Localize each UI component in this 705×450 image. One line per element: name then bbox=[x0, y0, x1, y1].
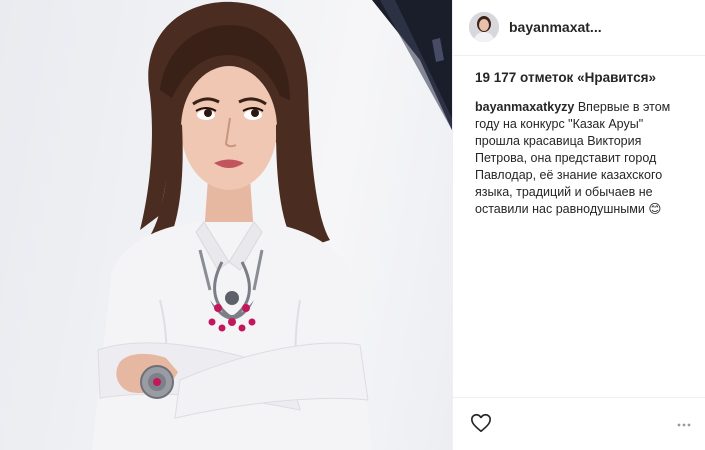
likes-count[interactable]: 19 177 отметок «Нравится» bbox=[475, 70, 656, 85]
white-shirt bbox=[92, 222, 372, 450]
caption-text: Впервые в этом году на конкурс "Казак Ар… bbox=[475, 100, 671, 216]
post-photo[interactable] bbox=[0, 0, 452, 450]
username-link[interactable]: bayanmaxat... bbox=[509, 19, 602, 35]
caption-username-link[interactable]: bayanmaxatkyzy bbox=[475, 100, 574, 114]
more-options-icon[interactable] bbox=[677, 418, 691, 432]
post-header: bayanmaxat... bbox=[453, 0, 705, 56]
instagram-post-embed: bayanmaxat... 19 177 отметок «Нравится» … bbox=[0, 0, 705, 450]
background-dark-panel bbox=[372, 0, 452, 130]
heart-icon[interactable] bbox=[470, 412, 492, 434]
smile-emoji-icon: 😊 bbox=[648, 202, 662, 216]
post-caption: bayanmaxatkyzy Впервые в этом году на ко… bbox=[475, 99, 689, 218]
avatar[interactable] bbox=[469, 12, 499, 42]
post-side-panel: bayanmaxat... 19 177 отметок «Нравится» … bbox=[453, 0, 705, 450]
post-actions bbox=[453, 397, 705, 450]
